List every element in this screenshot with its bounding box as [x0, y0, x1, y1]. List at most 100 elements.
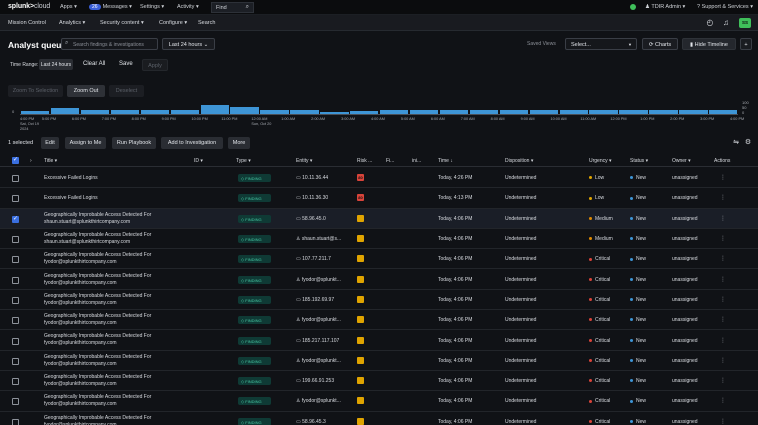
row-checkbox[interactable] — [12, 175, 19, 183]
table-row[interactable]: Geographically Improbable Access Detecte… — [0, 208, 758, 229]
assign-to-me-button[interactable]: Assign to Me — [65, 137, 106, 149]
col-type[interactable]: Type ▾ — [236, 158, 251, 164]
row-entity[interactable]: ▭ 185.192.69.97 — [296, 297, 334, 303]
row-checkbox[interactable] — [12, 256, 19, 264]
row-title[interactable]: Geographically Improbable Access Detecte… — [44, 415, 151, 425]
col-status[interactable]: Status ▾ — [630, 158, 648, 164]
row-checkbox[interactable] — [12, 418, 19, 425]
row-status[interactable]: New — [630, 358, 646, 364]
saved-views-select[interactable]: Select... ▼ — [565, 38, 637, 50]
row-owner[interactable]: unassigned — [672, 236, 698, 242]
row-checkbox[interactable] — [12, 195, 19, 203]
table-row[interactable]: Geographically Improbable Access Detecte… — [0, 371, 758, 392]
row-checkbox[interactable] — [12, 398, 19, 406]
row-disposition[interactable]: Undetermined — [505, 398, 536, 404]
row-owner[interactable]: unassigned — [672, 195, 698, 201]
row-disposition[interactable]: Undetermined — [505, 277, 536, 283]
row-title[interactable]: Geographically Improbable Access Detecte… — [44, 232, 151, 246]
row-owner[interactable]: unassigned — [672, 358, 698, 364]
row-actions-menu-icon[interactable]: ⋮ — [720, 337, 726, 344]
row-urgency[interactable]: Medium — [589, 216, 613, 222]
expand-all-icon[interactable]: › — [30, 158, 32, 164]
health-status-icon[interactable] — [630, 4, 636, 10]
row-owner[interactable]: unassigned — [672, 277, 698, 283]
row-urgency[interactable]: Critical — [589, 317, 610, 323]
add-to-investigation-button[interactable]: Add to Investigation — [161, 137, 223, 149]
activity-menu[interactable]: Activity ▾ — [177, 4, 199, 10]
row-status[interactable]: New — [630, 175, 646, 181]
row-title[interactable]: Excessive Failed Logins — [44, 175, 98, 182]
row-disposition[interactable]: Undetermined — [505, 378, 536, 384]
row-owner[interactable]: unassigned — [672, 297, 698, 303]
row-status[interactable]: New — [630, 338, 646, 344]
hide-timeline-button[interactable]: ▮ Hide Timeline — [682, 38, 736, 50]
table-row[interactable]: Excessive Failed Logins ◇ FINDING ▭ 10.11.… — [0, 188, 758, 209]
settings-menu[interactable]: Settings ▾ — [140, 4, 164, 10]
clear-all-button[interactable]: Clear All — [83, 61, 105, 67]
row-owner[interactable]: unassigned — [672, 338, 698, 344]
time-range-filter-chip[interactable]: Last 24 hours — [39, 59, 73, 70]
row-title[interactable]: Geographically Improbable Access Detecte… — [44, 354, 151, 368]
row-actions-menu-icon[interactable]: ⋮ — [720, 194, 726, 201]
col-entity[interactable]: Entity ▾ — [296, 158, 312, 164]
deselect-button[interactable]: Deselect — [109, 85, 144, 97]
row-status[interactable]: New — [630, 216, 646, 222]
row-actions-menu-icon[interactable]: ⋮ — [720, 174, 726, 181]
row-urgency[interactable]: Low — [589, 195, 604, 201]
col-id[interactable]: ID ▾ — [194, 158, 203, 164]
row-checkbox[interactable] — [12, 317, 19, 325]
row-title[interactable]: Geographically Improbable Access Detecte… — [44, 394, 151, 408]
row-actions-menu-icon[interactable]: ⋮ — [720, 357, 726, 364]
timeline-chart[interactable] — [20, 100, 738, 114]
more-button[interactable]: More — [228, 137, 250, 149]
row-actions-menu-icon[interactable]: ⋮ — [720, 235, 726, 242]
table-row[interactable]: Geographically Improbable Access Detecte… — [0, 391, 758, 412]
row-entity[interactable]: ♙ fyodor@splunkt... — [296, 398, 341, 404]
row-actions-menu-icon[interactable]: ⋮ — [720, 255, 726, 262]
column-settings-icon[interactable]: ⇋ — [731, 138, 741, 148]
row-disposition[interactable]: Undetermined — [505, 317, 536, 323]
row-title[interactable]: Geographically Improbable Access Detecte… — [44, 333, 151, 347]
select-all-checkbox[interactable] — [12, 156, 19, 164]
row-checkbox[interactable] — [12, 337, 19, 345]
support-menu[interactable]: ? Support & Services ▾ — [697, 4, 753, 10]
row-checkbox[interactable] — [12, 296, 19, 304]
row-owner[interactable]: unassigned — [672, 398, 698, 404]
table-row[interactable]: Geographically Improbable Access Detecte… — [0, 290, 758, 311]
row-status[interactable]: New — [630, 277, 646, 283]
add-button[interactable]: + — [740, 38, 752, 50]
nav-analytics[interactable]: Analytics ▾ — [59, 20, 85, 26]
col-risk[interactable]: Risk ... — [357, 158, 372, 164]
row-disposition[interactable]: Undetermined — [505, 195, 536, 201]
row-title[interactable]: Geographically Improbable Access Detecte… — [44, 313, 151, 327]
row-disposition[interactable]: Undetermined — [505, 358, 536, 364]
row-owner[interactable]: unassigned — [672, 419, 698, 425]
table-row[interactable]: Excessive Failed Logins ◇ FINDING ▭ 10.11.… — [0, 168, 758, 189]
row-status[interactable]: New — [630, 297, 646, 303]
nav-security-content[interactable]: Security content ▾ — [100, 20, 144, 26]
row-entity[interactable]: ▭ 107.77.211.7 — [296, 256, 331, 262]
row-entity[interactable]: ♙ shaun.stuart@s... — [296, 236, 341, 242]
messages-menu[interactable]: 26 Messages ▾ — [89, 4, 132, 10]
col-fi[interactable]: Fi... — [386, 158, 394, 164]
zoom-to-selection-button[interactable]: Zoom To Selection — [8, 85, 63, 97]
row-checkbox[interactable] — [12, 215, 19, 223]
row-title[interactable]: Excessive Failed Logins — [44, 195, 98, 202]
row-status[interactable]: New — [630, 256, 646, 262]
row-entity[interactable]: ▭ 185.217.117.107 — [296, 338, 339, 344]
nav-search[interactable]: Search — [198, 20, 215, 26]
row-urgency[interactable]: Critical — [589, 358, 610, 364]
row-urgency[interactable]: Low — [589, 175, 604, 181]
row-owner[interactable]: unassigned — [672, 256, 698, 262]
row-title[interactable]: Geographically Improbable Access Detecte… — [44, 212, 151, 226]
row-owner[interactable]: unassigned — [672, 216, 698, 222]
timeline-bar[interactable] — [230, 107, 259, 114]
row-status[interactable]: New — [630, 236, 646, 242]
row-disposition[interactable]: Undetermined — [505, 175, 536, 181]
table-row[interactable]: Geographically Improbable Access Detecte… — [0, 229, 758, 250]
table-row[interactable]: Geographically Improbable Access Detecte… — [0, 412, 758, 425]
apply-button[interactable]: Apply — [142, 59, 168, 71]
table-row[interactable]: Geographically Improbable Access Detecte… — [0, 270, 758, 290]
charts-button[interactable]: ⟳ Charts — [642, 38, 678, 50]
row-entity[interactable]: ♙ fyodor@splunkt... — [296, 317, 341, 323]
